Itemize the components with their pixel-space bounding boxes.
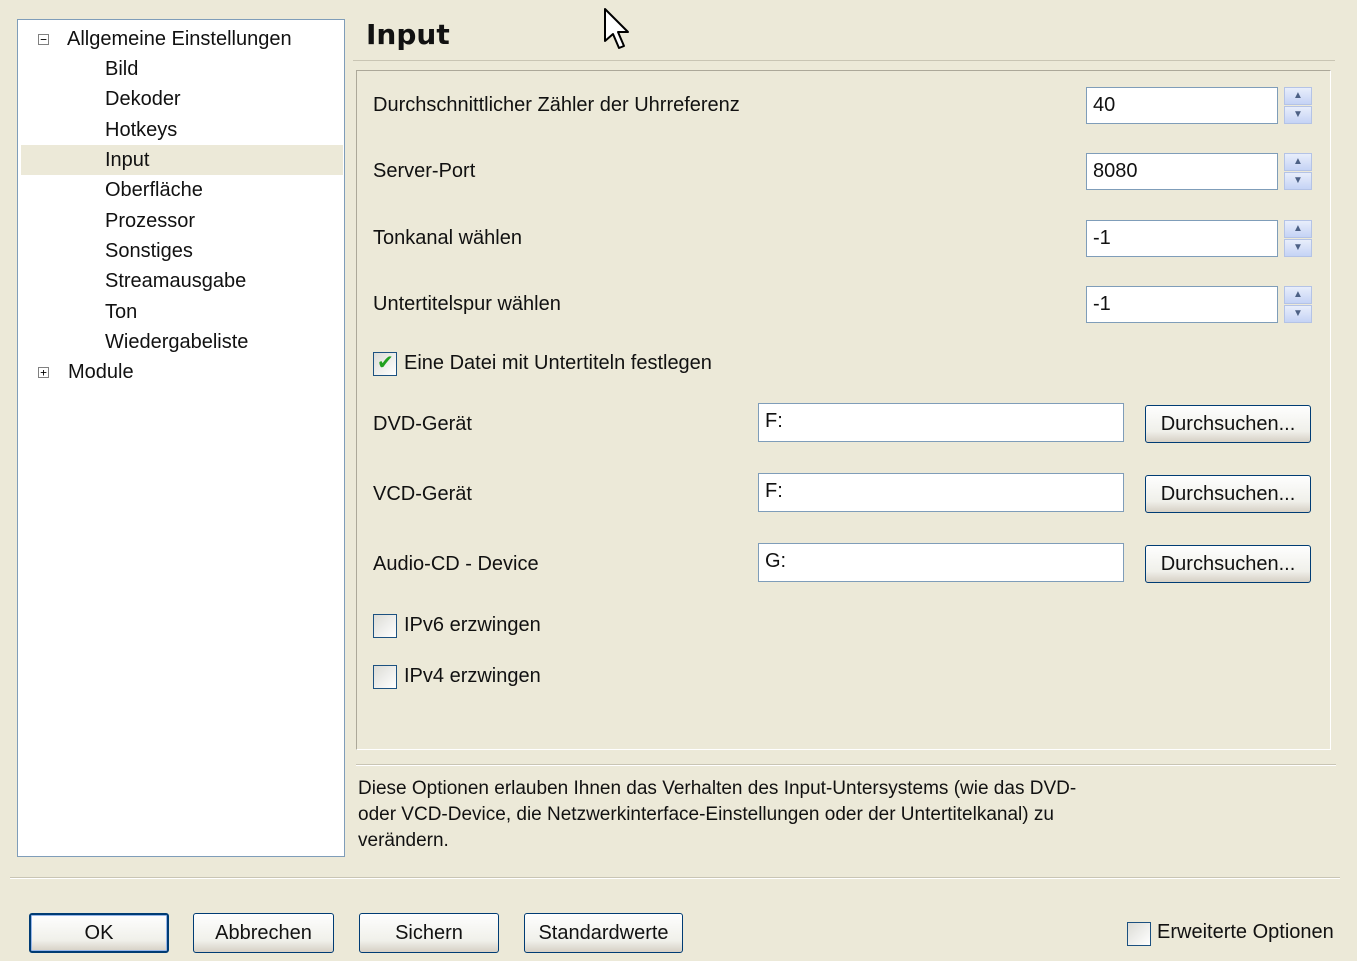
save-button[interactable]: Sichern bbox=[359, 913, 499, 953]
spin-down-icon[interactable]: ▼ bbox=[1284, 106, 1312, 124]
tree-node-modules[interactable]: + Module bbox=[18, 357, 344, 387]
spin-down-icon[interactable]: ▼ bbox=[1284, 305, 1312, 323]
tree-item-wiedergabeliste[interactable]: Wiedergabeliste bbox=[105, 327, 248, 357]
ok-button[interactable]: OK bbox=[29, 913, 169, 953]
advanced-options-checkbox[interactable] bbox=[1127, 922, 1151, 946]
server-port-label: Server-Port bbox=[373, 160, 476, 182]
subtitle-track-input[interactable]: -1 bbox=[1086, 286, 1278, 323]
settings-tree[interactable]: − Allgemeine Einstellungen Bild Dekoder … bbox=[17, 19, 345, 857]
audio-channel-spinner[interactable]: ▲ ▼ bbox=[1284, 220, 1312, 257]
tree-item-hotkeys[interactable]: Hotkeys bbox=[105, 115, 177, 145]
tree-item-ton[interactable]: Ton bbox=[105, 297, 137, 327]
tree-node-general-label: Allgemeine Einstellungen bbox=[67, 28, 292, 50]
footer-divider bbox=[10, 877, 1340, 879]
audio-channel-label: Tonkanal wählen bbox=[373, 227, 522, 249]
collapse-icon[interactable]: − bbox=[38, 34, 49, 45]
vcd-device-input[interactable]: F: bbox=[758, 473, 1124, 512]
server-port-input[interactable]: 8080 bbox=[1086, 153, 1278, 190]
spin-down-icon[interactable]: ▼ bbox=[1284, 172, 1312, 190]
ipv4-label: IPv4 erzwingen bbox=[404, 665, 541, 687]
clock-ref-input[interactable]: 40 bbox=[1086, 87, 1278, 124]
vcd-device-label: VCD-Gerät bbox=[373, 483, 472, 505]
defaults-button[interactable]: Standardwerte bbox=[524, 913, 683, 953]
check-icon: ✔ bbox=[377, 352, 394, 374]
tree-node-modules-label: Module bbox=[68, 361, 134, 383]
subtitle-track-label: Untertitelspur wählen bbox=[373, 293, 561, 315]
tree-item-streamausgabe[interactable]: Streamausgabe bbox=[105, 266, 246, 296]
cancel-button[interactable]: Abbrechen bbox=[193, 913, 334, 953]
title-divider bbox=[353, 60, 1335, 61]
subtitle-file-label: Eine Datei mit Untertiteln festlegen bbox=[404, 352, 712, 374]
expand-icon[interactable]: + bbox=[38, 367, 49, 378]
spin-up-icon[interactable]: ▲ bbox=[1284, 220, 1312, 238]
tree-item-input[interactable]: Input bbox=[21, 145, 343, 175]
dvd-device-label: DVD-Gerät bbox=[373, 413, 472, 435]
spin-up-icon[interactable]: ▲ bbox=[1284, 153, 1312, 171]
advanced-options-label: Erweiterte Optionen bbox=[1157, 921, 1334, 943]
audio-channel-input[interactable]: -1 bbox=[1086, 220, 1278, 257]
dvd-device-input[interactable]: F: bbox=[758, 403, 1124, 442]
tree-item-sonstiges[interactable]: Sonstiges bbox=[105, 236, 193, 266]
tree-node-general[interactable]: − Allgemeine Einstellungen bbox=[18, 24, 344, 54]
page-title: Input bbox=[366, 18, 450, 51]
spin-down-icon[interactable]: ▼ bbox=[1284, 239, 1312, 257]
spin-up-icon[interactable]: ▲ bbox=[1284, 87, 1312, 105]
clock-ref-spinner[interactable]: ▲ ▼ bbox=[1284, 87, 1312, 124]
server-port-spinner[interactable]: ▲ ▼ bbox=[1284, 153, 1312, 190]
tree-item-bild[interactable]: Bild bbox=[105, 54, 138, 84]
dvd-browse-button[interactable]: Durchsuchen... bbox=[1145, 405, 1311, 443]
cdda-device-input[interactable]: G: bbox=[758, 543, 1124, 582]
tree-item-dekoder[interactable]: Dekoder bbox=[105, 84, 181, 114]
vcd-browse-button[interactable]: Durchsuchen... bbox=[1145, 475, 1311, 513]
cdda-browse-button[interactable]: Durchsuchen... bbox=[1145, 545, 1311, 583]
subtitle-track-spinner[interactable]: ▲ ▼ bbox=[1284, 286, 1312, 323]
cdda-device-label: Audio-CD - Device bbox=[373, 553, 539, 575]
tree-item-prozessor[interactable]: Prozessor bbox=[105, 206, 195, 236]
description-text: Diese Optionen erlauben Ihnen das Verhal… bbox=[358, 778, 1077, 851]
description-divider bbox=[356, 764, 1336, 766]
ipv6-checkbox[interactable] bbox=[373, 614, 397, 638]
spin-up-icon[interactable]: ▲ bbox=[1284, 286, 1312, 304]
tree-item-oberflaeche[interactable]: Oberfläche bbox=[105, 175, 203, 205]
ipv6-label: IPv6 erzwingen bbox=[404, 614, 541, 636]
subtitle-file-checkbox[interactable]: ✔ bbox=[373, 352, 397, 376]
ipv4-checkbox[interactable] bbox=[373, 665, 397, 689]
clock-ref-label: Durchschnittlicher Zähler der Uhrreferen… bbox=[373, 94, 740, 116]
mouse-cursor-icon bbox=[604, 8, 629, 49]
